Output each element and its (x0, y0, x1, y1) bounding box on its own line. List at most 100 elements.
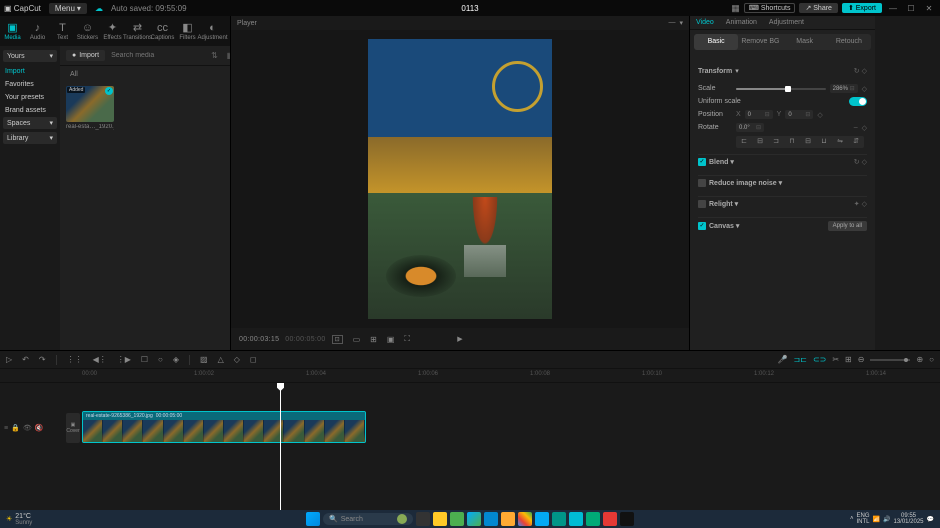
trim-left-icon[interactable]: ◀⋮ (93, 355, 107, 364)
align-left-icon[interactable]: ⊏ (736, 136, 752, 148)
reset-icon[interactable]: ↻ (854, 68, 860, 75)
canvas-checkbox[interactable]: ✓ (698, 222, 706, 230)
split-icon[interactable]: ⋮⋮ (67, 355, 83, 364)
explorer-icon[interactable] (433, 512, 447, 526)
app6-icon[interactable] (586, 512, 600, 526)
crop-tool-icon[interactable]: ▨ (200, 355, 208, 364)
fullscreen-icon[interactable]: ⛶ (404, 334, 410, 344)
tab-transitions[interactable]: ⇄Transitions (125, 18, 150, 44)
tab-text[interactable]: TText (50, 18, 75, 44)
tab-stickers[interactable]: ☺Stickers (75, 18, 100, 44)
blend-kf-icon[interactable]: ◇ (862, 159, 867, 166)
sidebar-item[interactable]: Brand assets (3, 104, 57, 117)
capcut-taskbar-icon[interactable] (620, 512, 634, 526)
taskview-icon[interactable] (416, 512, 430, 526)
uniform-scale-toggle[interactable] (849, 97, 867, 106)
tab-effects[interactable]: ✦Effects (100, 18, 125, 44)
zoom-in-icon[interactable]: ⊕ (916, 355, 923, 364)
preview-cut-icon[interactable]: ✂ (832, 355, 839, 364)
blend-reset-icon[interactable]: ↻ (854, 159, 860, 166)
blend-checkbox[interactable]: ✓ (698, 158, 706, 166)
track-eye-icon[interactable]: 👁 (23, 424, 32, 432)
tab-captions[interactable]: ccCaptions (150, 18, 175, 44)
spaces-dropdown[interactable]: Spaces▾ (3, 117, 57, 129)
align-right-icon[interactable]: ⊐ (768, 136, 784, 148)
minimize-button[interactable]: — (886, 4, 900, 13)
tab-all[interactable]: All (66, 69, 82, 80)
weather-widget[interactable]: ☀ 21°CSunny (6, 513, 32, 526)
sort-icon[interactable]: ⇅ (211, 51, 218, 60)
relight-header[interactable]: Relight ▾ (709, 200, 738, 208)
track-lock-icon[interactable]: 🔒 (11, 424, 20, 432)
mirror-icon[interactable]: ◈ (173, 355, 179, 364)
inspector-tab[interactable]: Animation (720, 16, 763, 29)
cover-button[interactable]: ▣Cover (66, 413, 80, 443)
tab-filters[interactable]: ◧Filters (175, 18, 200, 44)
canvas-header[interactable]: Canvas ▾ (709, 222, 739, 230)
app2-icon[interactable] (501, 512, 515, 526)
edge-icon[interactable] (467, 512, 481, 526)
ratio-icon[interactable]: ▭ (353, 335, 361, 344)
undo-icon[interactable]: ↶ (22, 355, 29, 364)
zoom-fit-icon[interactable]: ○ (929, 355, 934, 364)
inspector-subtab[interactable]: Retouch (827, 34, 871, 50)
align-bottom-icon[interactable]: ⊔ (816, 136, 832, 148)
pointer-tool-icon[interactable]: ▷ (6, 355, 12, 364)
mic-icon[interactable]: 🎤 (778, 355, 788, 364)
keyframe-icon[interactable]: ◇ (862, 68, 867, 75)
app7-icon[interactable] (603, 512, 617, 526)
media-thumbnail[interactable]: Added ✓ real-esta…_1920.jpg (66, 86, 114, 344)
sidebar-item[interactable]: Import (3, 65, 57, 78)
notifications-icon[interactable]: 💬 (927, 516, 934, 523)
shortcuts-button[interactable]: ⌨ Shortcuts (744, 3, 796, 13)
timeline-clip[interactable]: real-estate-9265386_1920.jpg00:00:05:00 (82, 411, 366, 443)
player-opt-icon[interactable]: — (668, 19, 675, 27)
pos-y-input[interactable]: 0⊟ (785, 110, 813, 119)
search-input[interactable] (111, 52, 202, 59)
track-menu-icon[interactable]: ≡ (4, 425, 8, 432)
rotate-input[interactable]: 0.0°⊟ (736, 123, 764, 132)
tab-media[interactable]: ▣Media (0, 18, 25, 44)
align-top-icon[interactable]: ⊓ (784, 136, 800, 148)
freeze-icon[interactable]: ◇ (234, 355, 240, 364)
export-button[interactable]: ⬆ Export (842, 3, 882, 13)
library-dropdown[interactable]: Library▾ (3, 132, 57, 144)
wifi-icon[interactable]: 📶 (873, 516, 880, 523)
quality-icon[interactable]: ⊡ (332, 335, 343, 344)
zoom-slider[interactable] (870, 359, 910, 361)
blend-header[interactable]: Blend ▾ (709, 158, 734, 166)
align-hcenter-icon[interactable]: ⊟ (752, 136, 768, 148)
tab-audio[interactable]: ♪Audio (25, 18, 50, 44)
relight-sparkle-icon[interactable]: ✦ (854, 201, 860, 208)
link-icon[interactable]: ⊂⊃ (813, 355, 826, 364)
project-name[interactable]: 0113 (461, 4, 478, 13)
noise-checkbox[interactable] (698, 179, 706, 187)
inspector-subtab[interactable]: Mask (783, 34, 827, 50)
flip-h-icon[interactable]: ⇋ (832, 136, 848, 148)
redo-icon[interactable]: ↷ (39, 355, 46, 364)
volume-icon[interactable]: 🔊 (883, 516, 890, 523)
apply-all-button[interactable]: Apply to all (828, 221, 867, 231)
maximize-button[interactable]: ☐ (904, 4, 918, 13)
tracks-area[interactable]: ≡ 🔒 👁 🔇 ▣Cover real-estate-9265386_1920.… (0, 383, 940, 510)
word-icon[interactable] (484, 512, 498, 526)
zoom-out-icon[interactable]: ⊖ (858, 355, 865, 364)
pos-kf-icon[interactable]: ◇ (817, 111, 822, 119)
snap-icon[interactable]: ▣ (387, 335, 395, 344)
inspector-tab[interactable]: Video (690, 16, 720, 29)
crop2-icon[interactable]: ◻ (250, 355, 257, 364)
delete-icon[interactable]: ☐ (141, 355, 148, 364)
transform-header[interactable]: Transform ▾ (698, 67, 739, 75)
app5-icon[interactable] (569, 512, 583, 526)
sidebar-item[interactable]: Favorites (3, 78, 57, 91)
track-mute-icon[interactable]: 🔇 (35, 424, 44, 432)
reverse-icon[interactable]: △ (218, 355, 224, 364)
close-button[interactable]: ✕ (922, 4, 936, 13)
player-opt2-icon[interactable]: ▾ (679, 19, 683, 27)
track-opts-icon[interactable]: ⊞ (845, 355, 852, 364)
rot-kf-icon[interactable]: ◇ (862, 124, 867, 132)
import-button[interactable]: ● Import (66, 50, 105, 61)
playhead[interactable] (280, 383, 281, 510)
flip-v-icon[interactable]: ⇵ (848, 136, 864, 148)
record-icon[interactable]: ○ (158, 355, 163, 364)
